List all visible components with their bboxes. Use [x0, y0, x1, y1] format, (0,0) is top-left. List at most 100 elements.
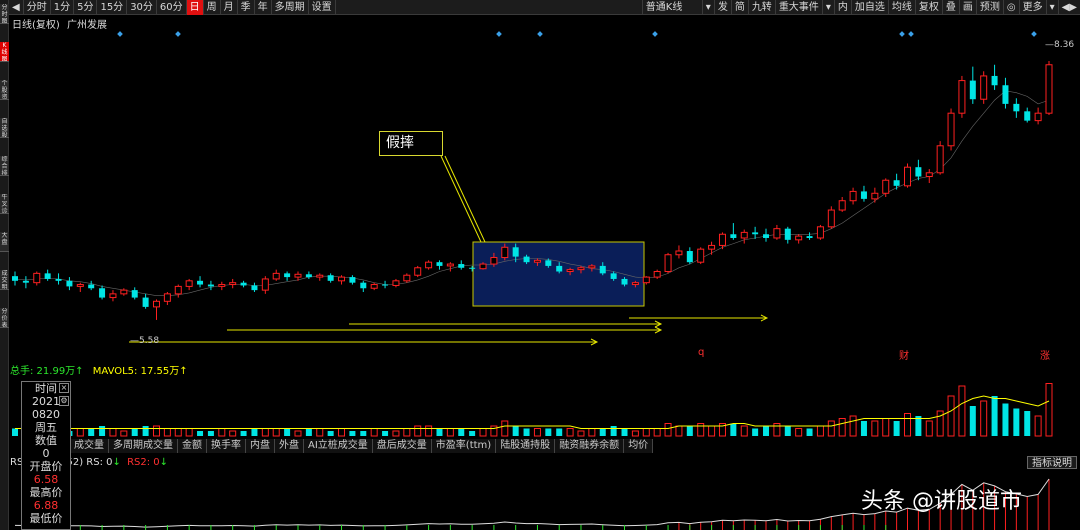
- back-icon[interactable]: ◀: [9, 0, 24, 15]
- indicator-tab-11[interactable]: 均价: [624, 439, 654, 453]
- period-tab-12[interactable]: 设置: [309, 0, 336, 15]
- candle-body-74: [816, 226, 824, 239]
- left-tab-3[interactable]: 自选股: [0, 118, 9, 138]
- toolbar-right-0[interactable]: 普通K线: [641, 0, 702, 15]
- candle-body-5: [66, 280, 73, 287]
- period-tab-0[interactable]: 分时: [24, 0, 51, 15]
- event-mark-limit-up[interactable]: 涨: [1040, 347, 1050, 362]
- toolbar-right-2[interactable]: 发: [713, 0, 731, 15]
- period-tab-8[interactable]: 月: [221, 0, 238, 15]
- volume-bar-14: [163, 428, 171, 437]
- candle-body-90: [991, 75, 998, 86]
- volume-bar-74: [816, 425, 824, 437]
- period-tab-2[interactable]: 5分: [74, 0, 98, 15]
- volume-bar-15: [174, 428, 182, 437]
- volume-bar-43: [479, 428, 487, 437]
- indicator-tab-8[interactable]: 市盈率(ttm): [431, 439, 497, 453]
- toolbar-right-5[interactable]: 重大事件: [774, 0, 822, 15]
- period-tab-7[interactable]: 周: [204, 0, 221, 15]
- toolbar-right-13[interactable]: 预测: [975, 0, 1003, 15]
- volume-chart[interactable]: [9, 372, 1080, 438]
- period-tab-1[interactable]: 1分: [51, 0, 75, 15]
- close-icon[interactable]: ×: [59, 383, 69, 393]
- period-tab-4[interactable]: 30分: [127, 0, 157, 15]
- volume-bar-81: [893, 421, 900, 436]
- volume-bar-42: [469, 431, 476, 436]
- volume-bar-7: [88, 428, 95, 436]
- toolbar-right-11[interactable]: 叠: [941, 0, 959, 15]
- left-tab-1[interactable]: K线图: [0, 42, 9, 62]
- volume-bar-20: [229, 430, 237, 437]
- volume-bar-51: [566, 428, 574, 437]
- candle-body-51: [566, 269, 574, 272]
- price-chart[interactable]: [9, 28, 1080, 362]
- candle-body-22: [251, 285, 258, 291]
- indicator-tab-3[interactable]: 换手率: [207, 439, 246, 453]
- high-price-label: —8.36: [1045, 40, 1075, 50]
- toolbar-right-3[interactable]: 简: [730, 0, 748, 15]
- toolbar-right-16[interactable]: ▾: [1045, 0, 1058, 15]
- toolbar-right-4[interactable]: 九转: [747, 0, 775, 15]
- event-diamond-3: [537, 31, 543, 37]
- toolbar-right-10[interactable]: 复权: [914, 0, 942, 15]
- candle-body-59: [653, 271, 661, 278]
- candle-body-76: [838, 200, 846, 211]
- toolbar-right-15[interactable]: 更多: [1018, 0, 1046, 15]
- left-tab-6[interactable]: 大盘: [0, 232, 9, 252]
- event-mark-report[interactable]: 财: [899, 347, 909, 362]
- candle-body-46: [512, 247, 519, 257]
- watermark: 头条 @讲股道市: [861, 489, 1022, 514]
- indicator-tabs: 成交量 多周期成交量 金额 换手率 内盘 外盘 AI立桩成交量 盘后成交量 市盈率(ttm) 陆股…: [70, 439, 654, 453]
- volume-bar-68: [752, 428, 759, 436]
- toolbar-right-8[interactable]: 加自选: [850, 0, 888, 15]
- fullscreen-icon[interactable]: ◀▶: [1057, 0, 1080, 15]
- candle-body-86: [947, 112, 955, 147]
- period-tab-3[interactable]: 15分: [97, 0, 128, 15]
- left-tab-4[interactable]: 综合排名: [0, 156, 9, 176]
- period-tab-10[interactable]: 年: [255, 0, 272, 15]
- settings-icon[interactable]: ⚙: [59, 396, 69, 406]
- period-tab-6[interactable]: 日: [186, 0, 204, 15]
- indicator-tab-6[interactable]: AI立桩成交量: [304, 439, 373, 453]
- volume-bar-93: [1024, 411, 1031, 436]
- toolbar-right-1[interactable]: ▾: [701, 0, 714, 15]
- indicator-tab-9[interactable]: 陆股通持股: [496, 439, 556, 453]
- toolbar-right-9[interactable]: 均线: [887, 0, 915, 15]
- toolbar-right-12[interactable]: 画: [958, 0, 976, 15]
- period-tab-5[interactable]: 60分: [157, 0, 187, 15]
- volume-bar-57: [631, 430, 639, 437]
- event-mark-q[interactable]: q: [698, 347, 704, 358]
- volume-bar-78: [860, 421, 867, 436]
- volume-bar-63: [697, 423, 705, 437]
- volume-bar-26: [294, 430, 302, 437]
- toolbar-right-7[interactable]: 内: [833, 0, 851, 15]
- indicator-help-button[interactable]: 指标说明: [1027, 456, 1077, 469]
- volume-bar-0: [12, 428, 18, 436]
- toolbar-right-6[interactable]: ▾: [821, 0, 834, 15]
- period-tab-11[interactable]: 多周期: [272, 0, 309, 15]
- indicator-tab-0[interactable]: 成交量: [70, 439, 109, 453]
- indicator-tab-1[interactable]: 多周期成交量: [109, 439, 178, 453]
- indicator-tab-7[interactable]: 盘后成交量: [372, 439, 432, 453]
- left-tab-5[interactable]: 牛叉诊股: [0, 194, 9, 214]
- left-tab-0[interactable]: 分时图: [0, 4, 9, 24]
- candle-body-11: [131, 290, 138, 298]
- left-tab-7[interactable]: 成交明细: [0, 270, 9, 290]
- indicator-tab-5[interactable]: 外盘: [275, 439, 304, 453]
- candle-body-75: [827, 209, 835, 228]
- volume-bar-17: [197, 431, 204, 436]
- candle-body-24: [272, 272, 280, 280]
- indicator-tab-10[interactable]: 融资融券余额: [555, 439, 625, 453]
- volume-bar-10: [120, 430, 128, 437]
- candle-body-91: [1002, 85, 1009, 104]
- candle-body-26: [294, 273, 302, 278]
- volume-bar-76: [838, 418, 846, 437]
- indicator-tab-4[interactable]: 内盘: [246, 439, 275, 453]
- indicator-tab-2[interactable]: 金额: [178, 439, 207, 453]
- left-tab-8[interactable]: 分价表: [0, 308, 9, 328]
- left-tab-2[interactable]: 个股资料: [0, 80, 9, 100]
- toolbar-right-14[interactable]: ◎: [1002, 0, 1019, 15]
- event-diamond-6: [908, 31, 914, 37]
- volume-bar-45: [501, 420, 509, 437]
- period-tab-9[interactable]: 季: [238, 0, 255, 15]
